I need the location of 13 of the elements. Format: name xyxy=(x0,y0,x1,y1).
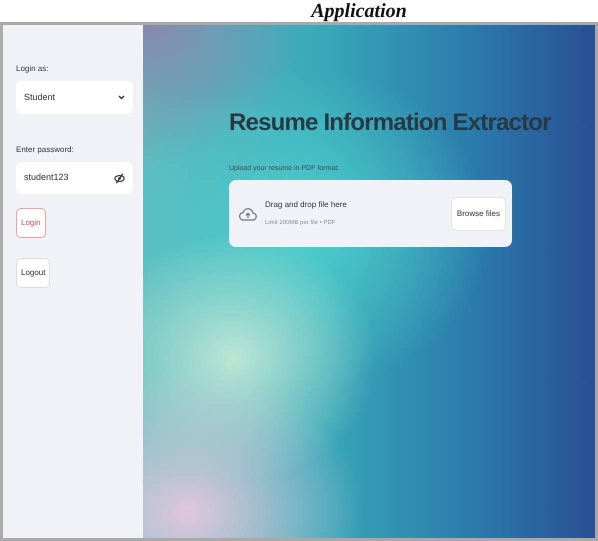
role-select[interactable]: Student xyxy=(16,81,133,114)
browse-files-button[interactable]: Browse files xyxy=(450,196,506,231)
field-label: Login as: xyxy=(16,63,48,75)
page-title: Resume Information Extractor xyxy=(229,109,552,138)
logout-button[interactable]: Logout xyxy=(16,258,50,288)
login-button[interactable]: Login xyxy=(16,208,46,238)
cloud-upload-icon xyxy=(239,206,257,222)
figure-caption: Application xyxy=(309,0,407,22)
dropzone-title: Drag and drop file here xyxy=(265,199,347,212)
field-label: Enter password: xyxy=(16,144,74,156)
chevron-icon xyxy=(118,95,125,100)
eye-slash-icon[interactable] xyxy=(114,172,125,184)
password-field[interactable]: student123 xyxy=(16,162,133,194)
